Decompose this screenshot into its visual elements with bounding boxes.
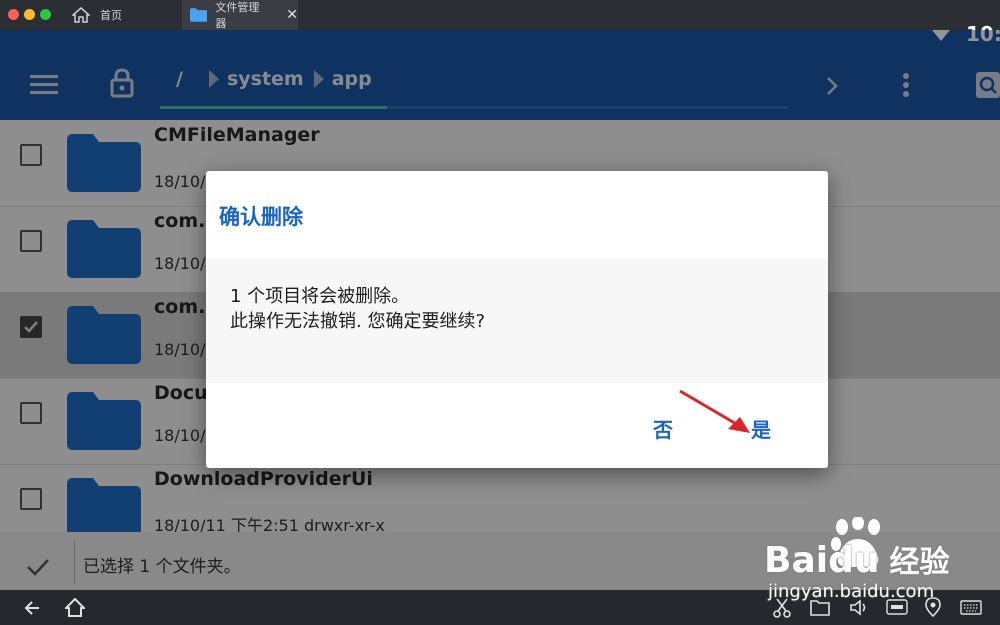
- dialog-message-line: 1 个项目将会被删除。: [230, 286, 410, 307]
- watermark-brand-cn: 经验: [889, 545, 950, 580]
- watermark-brand: Baidu: [764, 540, 880, 581]
- dialog-message-line: 此操作无法撤销. 您确定要继续?: [230, 311, 485, 332]
- dialog-message: 1 个项目将会被删除。 此操作无法撤销. 您确定要继续?: [230, 284, 485, 334]
- tab-home-label: 首页: [100, 9, 122, 22]
- tab-file-manager[interactable]: 文件管理器 ✕: [182, 0, 298, 30]
- tab-file-manager-label: 文件管理器: [215, 1, 260, 30]
- home-icon: [72, 7, 90, 23]
- folder-icon: [190, 8, 208, 22]
- tab-home[interactable]: 首页: [60, 0, 182, 30]
- close-window-button[interactable]: [8, 9, 19, 20]
- annotation-arrow-icon: [679, 389, 750, 433]
- baidu-watermark: Baidu 经验 jingyan.baidu.com: [760, 515, 990, 605]
- no-button[interactable]: 否: [653, 414, 673, 443]
- close-tab-icon[interactable]: ✕: [286, 7, 298, 23]
- home-icon[interactable]: [65, 598, 85, 617]
- back-icon[interactable]: [24, 600, 40, 616]
- dialog-title: 确认删除: [219, 205, 303, 229]
- maximize-window-button[interactable]: [40, 9, 51, 20]
- watermark-url: jingyan.baidu.com: [768, 581, 935, 602]
- minimize-window-button[interactable]: [24, 9, 35, 20]
